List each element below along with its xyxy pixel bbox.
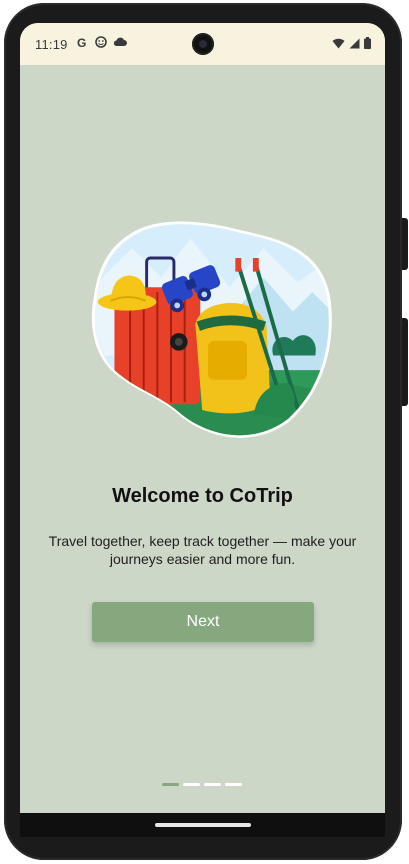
page-dot	[225, 783, 242, 786]
next-button[interactable]: Next	[92, 602, 314, 642]
home-gesture-handle[interactable]	[155, 823, 251, 827]
front-camera	[192, 33, 214, 55]
cloud-icon	[113, 37, 127, 46]
page-dot	[204, 783, 221, 786]
app-screen: 11:19 G Welcome to CoTrip Travel togethe…	[20, 23, 385, 813]
svg-text:G: G	[77, 36, 86, 48]
power-button	[402, 218, 408, 270]
face-icon	[95, 36, 107, 48]
battery-icon	[364, 37, 371, 49]
status-time: 11:19	[35, 37, 68, 52]
page-subtitle: Travel together, keep track together — m…	[48, 533, 357, 567]
signal-icon	[349, 38, 360, 48]
navigation-bar	[20, 813, 385, 837]
volume-button	[402, 318, 408, 406]
status-bar: 11:19 G	[20, 23, 385, 65]
travel-illustration	[91, 221, 332, 438]
google-icon: G	[77, 36, 86, 48]
page-dot-active	[162, 783, 179, 786]
page-dot	[183, 783, 200, 786]
page-indicator	[162, 783, 242, 786]
page-title: Welcome to CoTrip	[112, 485, 293, 507]
wifi-icon	[332, 38, 345, 48]
